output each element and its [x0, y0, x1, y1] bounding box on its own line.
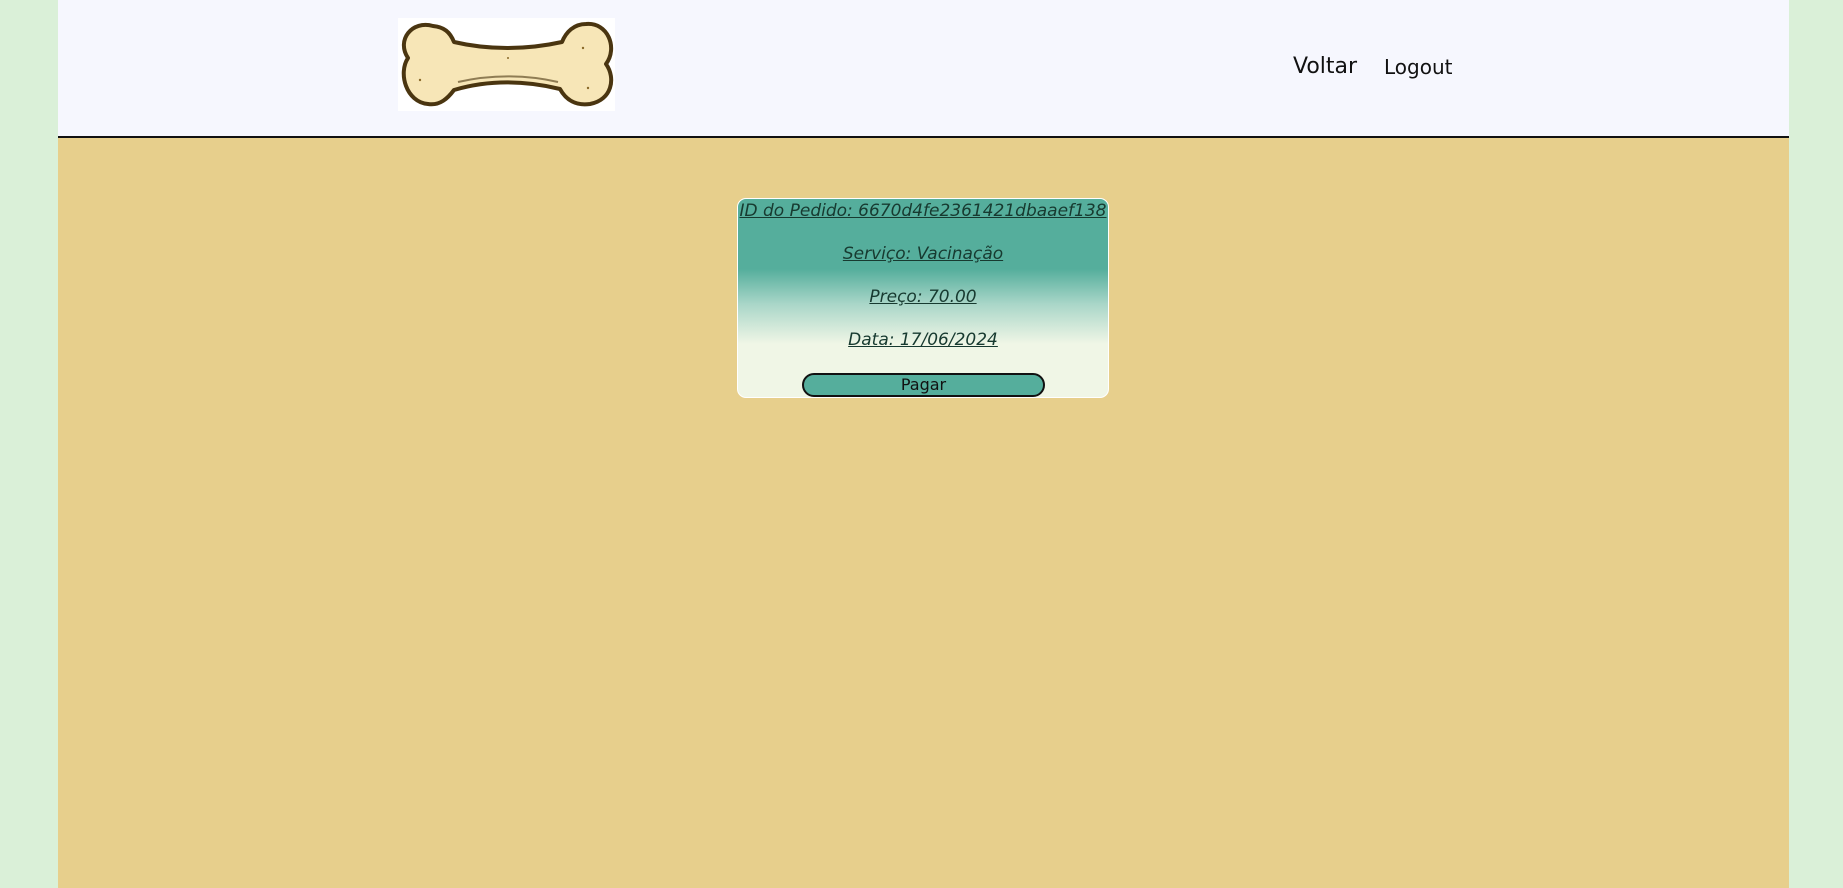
page: Voltar Logout ID do Pedido: 6670d4fe2361… [58, 0, 1789, 888]
order-date: Data: 17/06/2024 [848, 330, 998, 350]
header: Voltar Logout [58, 0, 1789, 138]
order-card: ID do Pedido: 6670d4fe2361421dbaaef138 S… [737, 198, 1109, 398]
bone-icon [401, 21, 614, 107]
pay-button[interactable]: Pagar [802, 373, 1045, 397]
order-id: ID do Pedido: 6670d4fe2361421dbaaef138 [739, 201, 1107, 221]
back-link[interactable]: Voltar [1293, 54, 1357, 79]
bone-logo-icon [398, 18, 615, 111]
order-price: Preço: 70.00 [869, 287, 977, 307]
logout-link[interactable]: Logout [1384, 55, 1452, 79]
order-service: Serviço: Vacinação [842, 244, 1004, 264]
